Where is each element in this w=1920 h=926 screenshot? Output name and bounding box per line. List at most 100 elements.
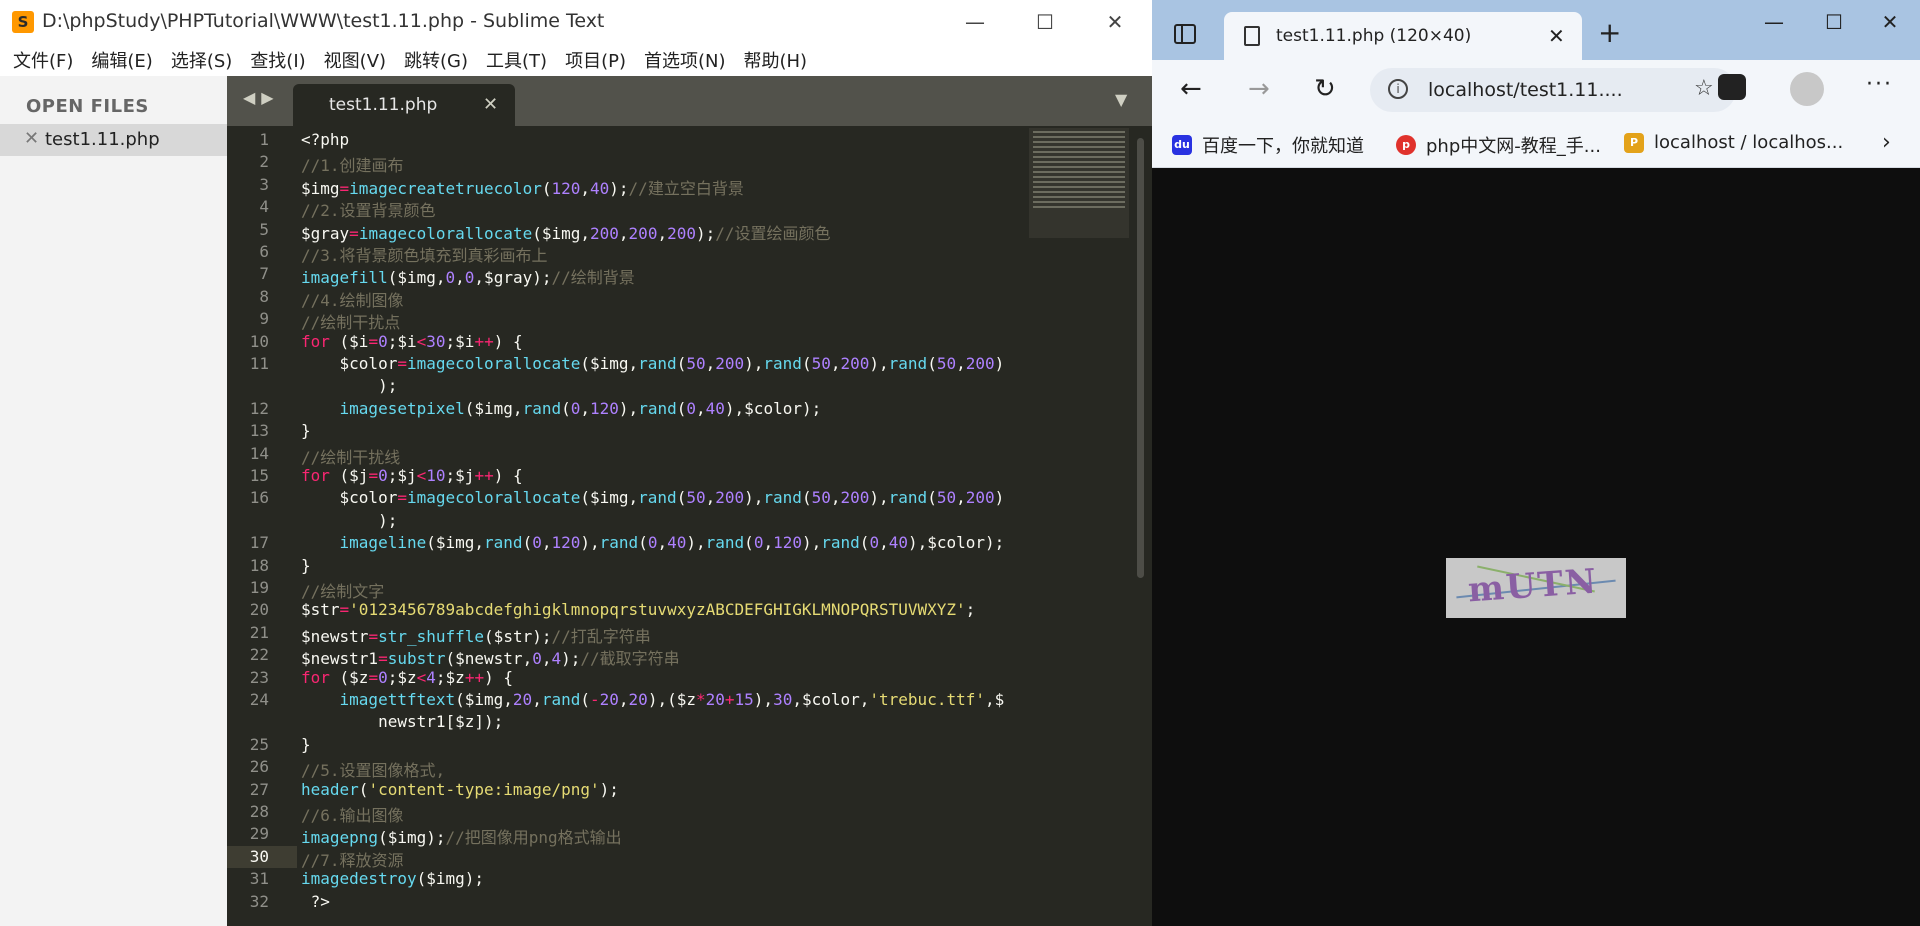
code-editor[interactable]: 1 2 3 4 5 6 7 8 9 10 11 12 13 14 15 16 17 18 19 20 21 22 23 24 2… bbox=[227, 126, 1152, 926]
code-line[interactable]: imagesetpixel($img,rand(0,120),rand(0,40… bbox=[301, 399, 822, 418]
code-line[interactable]: imagefill($img,0,0,$gray);//绘制背景 bbox=[301, 264, 635, 288]
editor-tab[interactable]: test1.11.php ✕ bbox=[293, 84, 515, 126]
close-button[interactable]: ✕ bbox=[1080, 0, 1150, 44]
info-icon[interactable]: i bbox=[1388, 79, 1408, 99]
code-line[interactable]: } bbox=[301, 556, 311, 575]
code-line[interactable]: //4.绘制图像 bbox=[301, 287, 404, 311]
browser-minimize-button[interactable]: — bbox=[1744, 10, 1804, 34]
code-line[interactable]: //7.释放资源 bbox=[301, 847, 404, 871]
line-number: 29 bbox=[249, 824, 269, 844]
code-line[interactable]: for ($i=0;$i<30;$i++) { bbox=[301, 332, 523, 351]
code-line[interactable]: imagedestroy($img); bbox=[301, 869, 484, 888]
code-line[interactable]: //1.创建画布 bbox=[301, 152, 404, 176]
browser-tab-close-icon[interactable]: ✕ bbox=[1548, 24, 1565, 48]
code-line[interactable]: $color=imagecolorallocate($img,rand(50,2… bbox=[301, 354, 1005, 373]
menu-help[interactable]: 帮助(H) bbox=[735, 47, 817, 73]
browser-tab[interactable]: test1.11.php (120×40) ✕ bbox=[1224, 12, 1582, 60]
refresh-icon[interactable]: ↻ bbox=[1314, 74, 1336, 104]
menu-find[interactable]: 查找(I) bbox=[241, 47, 314, 73]
sidebar-toggle-icon[interactable] bbox=[1174, 24, 1196, 44]
menu-preferences[interactable]: 首选项(N) bbox=[635, 47, 735, 73]
menu-selection[interactable]: 选择(S) bbox=[162, 47, 241, 73]
code-line[interactable]: //绘制文字 bbox=[301, 578, 384, 602]
line-number: 14 bbox=[249, 443, 269, 463]
line-number: 9 bbox=[259, 309, 269, 329]
code-line[interactable]: ?> bbox=[301, 892, 330, 911]
add-favorite-icon[interactable]: ☆ bbox=[1694, 76, 1714, 101]
menu-tools[interactable]: 工具(T) bbox=[477, 47, 556, 73]
menu-edit[interactable]: 编辑(E) bbox=[82, 47, 161, 73]
editor-scrollbar[interactable] bbox=[1137, 138, 1144, 578]
line-number: 5 bbox=[259, 219, 269, 239]
address-bar[interactable]: i localhost/test1.11.... ☆ bbox=[1370, 68, 1736, 112]
code-line[interactable]: for ($j=0;$j<10;$j++) { bbox=[301, 466, 523, 485]
code-line[interactable]: ); bbox=[301, 376, 397, 395]
open-files-header: OPEN FILES bbox=[26, 96, 149, 117]
code-line[interactable]: $color=imagecolorallocate($img,rand(50,2… bbox=[301, 488, 1005, 507]
code-line[interactable]: ); bbox=[301, 511, 397, 530]
line-number: 32 bbox=[249, 891, 269, 911]
maximize-button[interactable]: ☐ bbox=[1010, 0, 1080, 44]
browser-maximize-button[interactable]: ☐ bbox=[1804, 10, 1864, 34]
menu-view[interactable]: 视图(V) bbox=[315, 47, 395, 73]
code-line[interactable]: $str='0123456789abcdefghigklmnopqrstuvwx… bbox=[301, 600, 975, 619]
captcha-image: mUTN bbox=[1446, 558, 1626, 618]
more-menu-icon[interactable]: ··· bbox=[1866, 72, 1893, 97]
url-text[interactable]: localhost/test1.11.... bbox=[1428, 79, 1678, 101]
extension-icon[interactable] bbox=[1718, 74, 1746, 100]
bookmark-baidu[interactable]: du 百度一下，你就知道 bbox=[1172, 132, 1364, 158]
code-line[interactable]: imageline($img,rand(0,120),rand(0,40),ra… bbox=[301, 533, 1005, 552]
php-icon: p bbox=[1396, 135, 1416, 155]
back-arrow-icon[interactable]: ← bbox=[1180, 74, 1202, 104]
code-line[interactable]: <?php bbox=[301, 130, 349, 149]
menu-project[interactable]: 项目(P) bbox=[556, 47, 635, 73]
profile-avatar[interactable] bbox=[1790, 72, 1824, 106]
line-number: 10 bbox=[249, 331, 269, 351]
line-number: 19 bbox=[249, 578, 269, 597]
tab-close-icon[interactable]: ✕ bbox=[483, 94, 498, 115]
code-line[interactable]: $newstr1=substr($newstr,0,4);//截取字符串 bbox=[301, 645, 680, 669]
code-line[interactable]: //绘制干扰线 bbox=[301, 444, 400, 468]
tab-nav-arrows-icon[interactable]: ◀▶ bbox=[243, 88, 280, 107]
code-line[interactable]: for ($z=0;$z<4;$z++) { bbox=[301, 668, 513, 687]
line-number: 25 bbox=[249, 734, 269, 754]
menu-file[interactable]: 文件(F) bbox=[4, 47, 82, 73]
code-line[interactable]: $newstr=str_shuffle($str);//打乱字符串 bbox=[301, 623, 651, 647]
code-line[interactable]: //绘制干扰点 bbox=[301, 309, 400, 333]
code-line[interactable]: $gray=imagecolorallocate($img,200,200,20… bbox=[301, 220, 831, 244]
tab-dropdown-icon[interactable]: ▼ bbox=[1115, 90, 1127, 109]
chevron-right-icon[interactable]: › bbox=[1882, 130, 1891, 155]
minimize-button[interactable]: — bbox=[940, 0, 1010, 44]
forward-arrow-icon[interactable]: → bbox=[1248, 74, 1270, 104]
bookmark-label: localhost / localhos... bbox=[1654, 132, 1844, 153]
code-line[interactable]: //3.将背景颜色填充到真彩画布上 bbox=[301, 242, 548, 266]
browser-close-button[interactable]: ✕ bbox=[1860, 10, 1920, 34]
code-line[interactable]: //2.设置背景颜色 bbox=[301, 197, 436, 221]
menu-goto[interactable]: 跳转(G) bbox=[395, 47, 477, 73]
code-line[interactable]: imagepng($img);//把图像用png格式输出 bbox=[301, 824, 622, 848]
bookmark-localhost[interactable]: P localhost / localhos... bbox=[1624, 132, 1843, 153]
document-icon bbox=[1244, 26, 1260, 46]
code-line[interactable]: //6.输出图像 bbox=[301, 802, 404, 826]
minimap[interactable] bbox=[1029, 128, 1129, 238]
line-number: 28 bbox=[249, 802, 269, 821]
line-number: 13 bbox=[249, 421, 269, 441]
line-number: 15 bbox=[249, 466, 269, 485]
new-tab-icon[interactable]: + bbox=[1598, 16, 1621, 49]
line-number: 8 bbox=[259, 286, 269, 306]
browser-toolbar: ← → ↻ i localhost/test1.11.... ☆ ··· bbox=[1152, 60, 1920, 120]
code-line[interactable]: } bbox=[301, 421, 311, 440]
code-line[interactable]: imagettftext($img,20,rand(-20,20),($z*20… bbox=[301, 690, 1005, 709]
code-line[interactable]: newstr1[$z]); bbox=[301, 712, 503, 731]
code-line[interactable]: } bbox=[301, 735, 311, 754]
sidebar-file-label: test1.11.php bbox=[45, 129, 160, 150]
bookmark-php[interactable]: p php中文网-教程_手... bbox=[1396, 132, 1601, 158]
sidebar-file-item[interactable]: ✕ test1.11.php bbox=[0, 124, 227, 156]
sublime-titlebar: S D:\phpStudy\PHPTutorial\WWW\test1.11.p… bbox=[0, 0, 1152, 44]
code-line[interactable]: header('content-type:image/png'); bbox=[301, 780, 619, 799]
close-file-icon[interactable]: ✕ bbox=[24, 128, 39, 149]
code-line[interactable]: $img=imagecreatetruecolor(120,40);//建立空白… bbox=[301, 175, 744, 199]
browser-tab-title: test1.11.php (120×40) bbox=[1276, 26, 1472, 46]
line-number: 3 bbox=[259, 174, 269, 194]
code-line[interactable]: //5.设置图像格式, bbox=[301, 757, 445, 781]
